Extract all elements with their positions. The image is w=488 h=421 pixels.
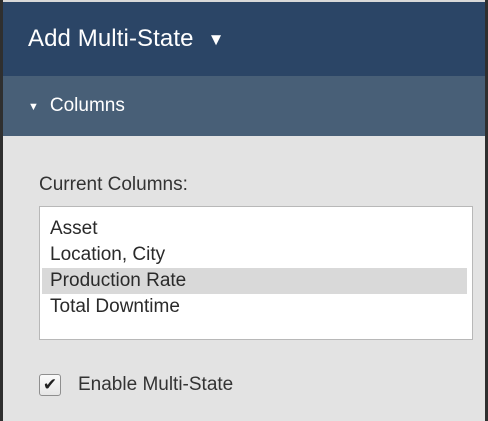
enable-multi-state-row[interactable]: ✔ Enable Multi-State — [39, 374, 233, 396]
columns-section-content: Current Columns: Asset Location, City Pr… — [3, 136, 485, 421]
panel-title: Add Multi-State — [28, 25, 194, 52]
list-item[interactable]: Location, City — [42, 242, 467, 268]
enable-multi-state-checkbox[interactable]: ✔ — [39, 374, 61, 396]
caret-down-small-icon: ▼ — [28, 100, 39, 113]
list-item-selected[interactable]: Production Rate — [42, 268, 467, 294]
add-multi-state-dropdown[interactable]: Add Multi-State ▼ — [3, 2, 485, 76]
caret-down-icon: ▼ — [207, 30, 225, 49]
current-columns-listbox[interactable]: Asset Location, City Production Rate Tot… — [39, 206, 473, 340]
checkmark-icon: ✔ — [42, 374, 58, 395]
section-title: Columns — [49, 95, 125, 116]
panel: Add Multi-State ▼ ▼ Columns Current Colu… — [0, 0, 488, 421]
list-item[interactable]: Asset — [42, 216, 467, 242]
enable-multi-state-label[interactable]: Enable Multi-State — [78, 374, 233, 396]
current-columns-label: Current Columns: — [39, 174, 188, 195]
columns-section-header[interactable]: ▼ Columns — [3, 76, 485, 136]
list-item[interactable]: Total Downtime — [42, 294, 467, 320]
